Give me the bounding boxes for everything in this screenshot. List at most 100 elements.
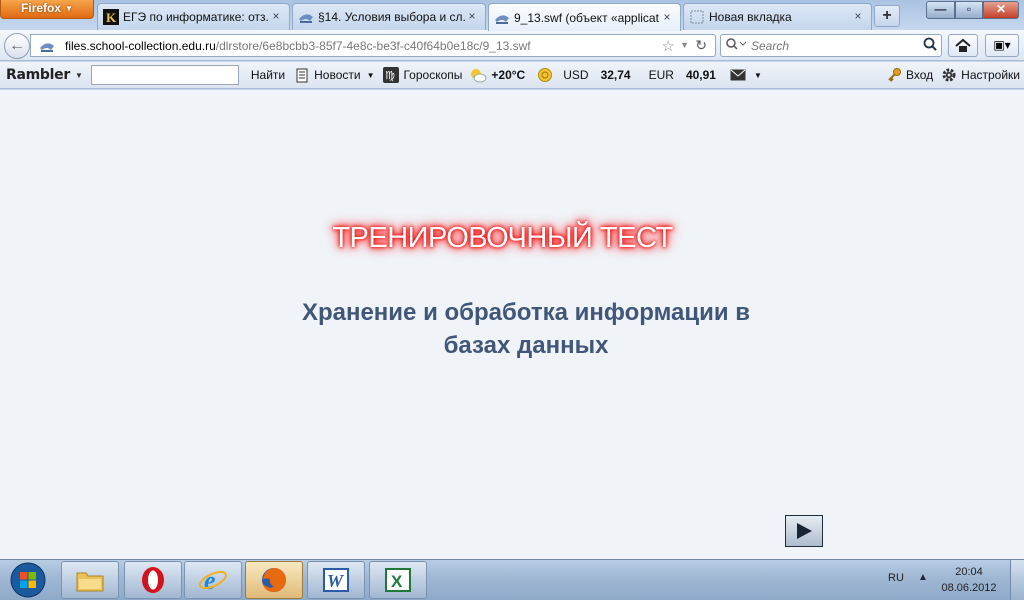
url-path: /dlrstore/6e8bcbb3-85f7-4e8c-be3f-c40f64… <box>215 38 531 53</box>
rambler-login-button[interactable]: Вход <box>886 67 933 83</box>
rambler-currency[interactable]: USD 32,74 EUR 40,91 <box>537 67 716 83</box>
firefox-menu-button[interactable]: Firefox ▼ <box>0 0 94 19</box>
chevron-down-icon: ▼ <box>366 70 375 80</box>
settings-label: Настройки <box>961 68 1020 82</box>
rambler-logo[interactable]: Rambler <box>6 67 70 83</box>
rambler-find-button[interactable]: Найти <box>251 68 285 82</box>
navigation-toolbar: files.school-collection.edu.ru/dlrstore/… <box>0 30 1024 61</box>
school-collection-icon <box>494 10 510 26</box>
tab-label: Новая вкладка <box>709 10 792 24</box>
reload-icon[interactable]: ↻ <box>695 37 707 54</box>
test-title: ТРЕНИРОВОЧНЫЙ ТЕСТ <box>332 222 673 254</box>
mail-icon <box>730 67 746 83</box>
rambler-search-input[interactable] <box>90 65 239 85</box>
windows-taskbar: e W X RU ▲ 20:04 08.06.2012 <box>0 559 1024 600</box>
firefox-icon <box>262 568 286 592</box>
rambler-news-button[interactable]: Новости ▼ <box>294 67 374 83</box>
back-button[interactable]: ← <box>4 33 30 59</box>
close-window-button[interactable]: ✕ <box>983 1 1019 19</box>
next-slide-button[interactable] <box>785 515 823 547</box>
minimize-button[interactable]: — <box>926 1 955 19</box>
opera-icon <box>142 567 164 593</box>
show-hidden-icons-icon[interactable]: ▲ <box>918 572 928 583</box>
rambler-horoscopes-button[interactable]: ♍ Гороскопы <box>383 67 462 83</box>
tab-conditions[interactable]: §14. Условия выбора и сл... × <box>292 3 486 30</box>
back-arrow-icon: ← <box>9 37 25 54</box>
home-button[interactable] <box>948 34 978 57</box>
usd-label: USD <box>563 68 589 82</box>
new-tab-button[interactable]: + <box>874 5 900 27</box>
tab-label: ЕГЭ по информатике: отз... <box>123 10 269 24</box>
tab-label: §14. Условия выбора и сл... <box>318 10 465 24</box>
svg-text:X: X <box>391 572 403 591</box>
school-collection-icon <box>298 9 314 25</box>
home-icon <box>955 38 971 52</box>
play-icon <box>797 523 812 539</box>
rambler-mail-button[interactable]: ▼ <box>730 67 762 83</box>
flash-content-area: ТРЕНИРОВОЧНЫЙ ТЕСТ Хранение и обработка … <box>0 90 1024 559</box>
close-tab-icon[interactable]: × <box>465 10 479 24</box>
school-collection-icon <box>39 38 55 54</box>
system-clock[interactable]: 20:04 08.06.2012 <box>940 564 998 596</box>
tab-ege[interactable]: K ЕГЭ по информатике: отз... × <box>97 3 290 30</box>
search-engine-icon[interactable] <box>721 37 751 54</box>
close-tab-icon[interactable]: × <box>269 10 283 24</box>
excel-icon: X <box>385 568 411 592</box>
rambler-toolbar: Rambler ▼ Найти Новости ▼ ♍ Гороскопы +2… <box>0 62 1024 89</box>
clock-date: 08.06.2012 <box>941 582 997 594</box>
svg-text:♍: ♍ <box>385 69 395 82</box>
coin-icon <box>537 67 553 83</box>
taskbar-explorer[interactable] <box>61 561 119 599</box>
taskbar-firefox[interactable] <box>245 561 303 599</box>
eur-value: 40,91 <box>685 68 716 82</box>
login-label: Вход <box>906 68 934 82</box>
eur-label: EUR <box>648 68 674 82</box>
taskbar-word[interactable]: W <box>307 561 365 599</box>
address-bar[interactable]: files.school-collection.edu.ru/dlrstore/… <box>30 34 716 57</box>
test-subtitle-line: базах данных <box>443 332 609 359</box>
weather-sun-cloud-icon <box>469 67 487 83</box>
bookmark-star-icon[interactable]: ☆ <box>662 37 675 55</box>
rambler-settings-button[interactable]: Настройки <box>941 67 1020 83</box>
usd-value: 32,74 <box>600 68 631 82</box>
start-button[interactable] <box>4 560 52 600</box>
blank-page-icon <box>689 9 705 25</box>
search-input[interactable] <box>751 38 919 53</box>
chevron-down-icon[interactable]: ▼ <box>75 71 83 80</box>
search-icon[interactable] <box>919 37 941 54</box>
firefox-menu-label: Firefox <box>21 1 62 15</box>
temperature-value: +20°C <box>491 68 526 82</box>
url-host: files.school-collection.edu.ru <box>65 38 216 53</box>
svg-text:K: K <box>106 10 117 25</box>
svg-text:e: e <box>204 566 216 595</box>
history-dropdown-icon[interactable]: ▼ <box>680 40 689 50</box>
taskbar-excel[interactable]: X <box>369 561 427 599</box>
zodiac-icon: ♍ <box>383 67 400 83</box>
tab-label: 9_13.swf (объект «applicat... <box>514 10 660 25</box>
windows-start-icon <box>10 562 46 598</box>
word-icon: W <box>323 568 349 592</box>
taskbar-opera[interactable] <box>124 561 182 599</box>
maximize-button[interactable]: ▫ <box>955 1 983 19</box>
language-indicator[interactable]: RU <box>888 572 904 584</box>
test-subtitle-line: Хранение и обработка информации в <box>301 299 751 326</box>
tab-new[interactable]: Новая вкладка × <box>683 3 872 30</box>
rambler-weather[interactable]: +20°C <box>469 67 525 83</box>
close-tab-icon[interactable]: × <box>660 10 674 25</box>
gear-icon <box>941 67 957 83</box>
rambler-horoscopes-label: Гороскопы <box>403 68 463 82</box>
bookmarks-button[interactable]: ▣▾ <box>985 34 1019 57</box>
tab-swf-active[interactable]: 9_13.swf (объект «applicat... × <box>488 3 681 31</box>
clock-time: 20:04 <box>955 566 983 578</box>
rambler-news-label: Новости <box>314 68 361 82</box>
newspaper-icon <box>294 67 310 83</box>
key-icon <box>886 67 902 83</box>
tab-strip: Firefox ▼ K ЕГЭ по информатике: отз... × … <box>0 0 1024 31</box>
taskbar-internet-explorer[interactable]: e <box>184 561 242 599</box>
test-subtitle: Хранение и обработка информации в базах … <box>0 296 1024 362</box>
bookmarks-icon: ▣▾ <box>993 38 1011 52</box>
close-tab-icon[interactable]: × <box>851 10 865 24</box>
svg-text:W: W <box>327 571 345 591</box>
search-bar[interactable] <box>720 34 942 57</box>
show-desktop-button[interactable] <box>1010 560 1024 600</box>
